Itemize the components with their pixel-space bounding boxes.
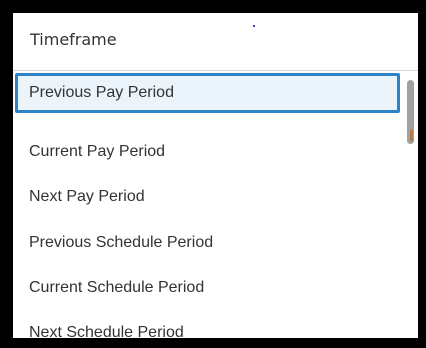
option-current-pay-period[interactable]: Current Pay Period xyxy=(13,130,403,174)
option-label: Current Schedule Period xyxy=(29,279,205,296)
option-previous-pay-period[interactable]: Previous Pay Period xyxy=(15,73,400,113)
timeframe-dropdown-panel: Timeframe Previous Pay Period Current Pa… xyxy=(13,13,418,338)
option-label: Previous Pay Period xyxy=(29,84,174,101)
dropdown-title: Timeframe xyxy=(30,30,117,49)
option-label: Previous Schedule Period xyxy=(29,234,214,251)
option-label: Current Pay Period xyxy=(29,143,166,160)
scrollbar[interactable] xyxy=(403,71,418,338)
option-next-pay-period[interactable]: Next Pay Period xyxy=(13,175,403,219)
option-previous-schedule-period[interactable]: Previous Schedule Period xyxy=(13,221,403,265)
dropdown-header: Timeframe xyxy=(13,13,418,71)
option-label: Next Pay Period xyxy=(29,188,145,205)
decorative-dot xyxy=(253,25,255,27)
background-edge-mark xyxy=(410,130,413,141)
option-current-schedule-period[interactable]: Current Schedule Period xyxy=(13,266,403,310)
timeframe-options-list: Previous Pay Period Current Pay Period N… xyxy=(13,71,403,338)
option-label: Next Schedule Period xyxy=(29,324,184,338)
option-next-schedule-period[interactable]: Next Schedule Period xyxy=(13,311,403,338)
